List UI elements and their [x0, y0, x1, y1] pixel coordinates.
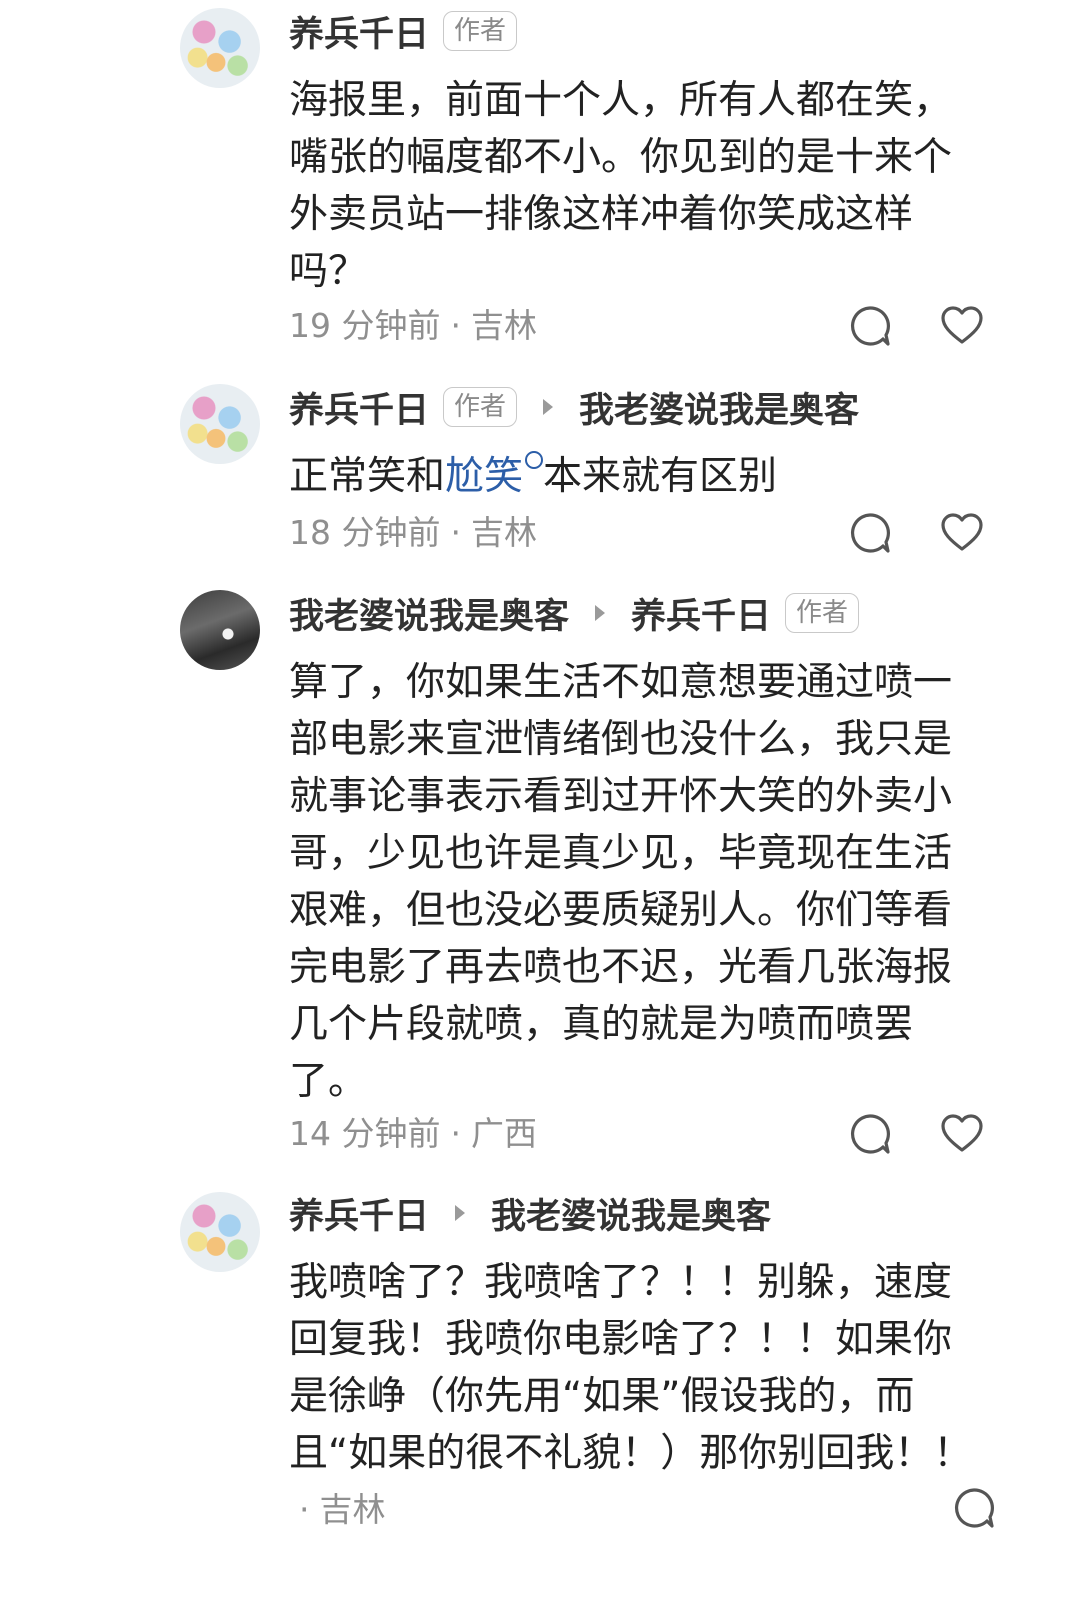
comment-bubble-icon[interactable]: [848, 511, 892, 555]
reply-arrow-icon: [455, 1205, 466, 1221]
comment-bubble-icon[interactable]: [952, 1486, 996, 1530]
comment-header: 我老婆说我是奥客 养兵千日 作者: [289, 588, 860, 639]
heart-outline-icon[interactable]: [940, 1112, 984, 1156]
comment-location: 吉林: [319, 1490, 386, 1529]
reply-arrow-icon: [595, 605, 606, 621]
comment-bubble-icon[interactable]: [848, 304, 892, 348]
search-link[interactable]: 尬笑: [445, 454, 523, 499]
meta-separator: ·: [450, 1114, 461, 1153]
comment-meta: · 吉林: [289, 1488, 386, 1532]
reply-to-username[interactable]: 我老婆说我是奥客: [491, 1188, 771, 1239]
comment-text[interactable]: 正常笑和尬笑 本来就有区别: [289, 448, 989, 505]
heart-outline-icon[interactable]: [940, 511, 984, 555]
meta-separator: ·: [299, 1490, 310, 1529]
reply-arrow-icon: [543, 399, 554, 415]
author-badge: 作者: [785, 593, 860, 633]
comment-time: 19 分钟前: [289, 306, 441, 345]
comment-text[interactable]: 算了，你如果生活不如意想要通过喷一部电影来宣泄情绪倒也没什么，我只是就事论事表示…: [289, 654, 989, 1110]
heart-outline-icon[interactable]: [940, 304, 984, 348]
comment-location: 吉林: [470, 306, 537, 345]
author-badge: 作者: [443, 11, 518, 51]
comment-header: 养兵千日 我老婆说我是奥客: [289, 1188, 771, 1238]
reply-to-username[interactable]: 我老婆说我是奥客: [579, 382, 859, 433]
comment-text-part: 正常笑和: [289, 454, 446, 499]
comment-meta: 18 分钟前 · 吉林: [289, 511, 537, 555]
username[interactable]: 养兵千日: [289, 382, 429, 433]
comment-time: 14 分钟前: [289, 1114, 441, 1153]
avatar[interactable]: [180, 8, 260, 88]
comment-header: 养兵千日 作者: [289, 6, 518, 57]
comment-location: 吉林: [470, 513, 537, 552]
comment-header: 养兵千日 作者 我老婆说我是奥客: [289, 382, 859, 432]
author-badge: 作者: [443, 387, 518, 427]
username[interactable]: 我老婆说我是奥客: [289, 588, 569, 639]
meta-separator: ·: [450, 513, 461, 552]
comment-text[interactable]: 海报里，前面十个人，所有人都在笑，嘴张的幅度都不小。你见到的是十来个外卖员站一排…: [289, 72, 989, 300]
avatar[interactable]: [180, 384, 260, 464]
reply-to-username[interactable]: 养兵千日: [631, 588, 771, 639]
comment-meta: 14 分钟前 · 广西: [289, 1112, 537, 1156]
avatar[interactable]: [180, 1192, 260, 1272]
comment-text-part: 本来就有区别: [543, 454, 778, 499]
username[interactable]: 养兵千日: [289, 1188, 429, 1239]
search-icon[interactable]: [525, 451, 544, 469]
comment-bubble-icon[interactable]: [848, 1112, 892, 1156]
comment-time: 18 分钟前: [289, 513, 441, 552]
comment-text[interactable]: 我喷啥了？我喷啥了？！！别躲，速度回复我！我喷你电影啥了？！！如果你是徐峥（你先…: [289, 1254, 989, 1482]
avatar[interactable]: [180, 590, 260, 670]
meta-separator: ·: [450, 306, 461, 345]
comment-location: 广西: [470, 1114, 537, 1153]
comment-meta: 19 分钟前 · 吉林: [289, 304, 537, 348]
username[interactable]: 养兵千日: [289, 6, 429, 57]
